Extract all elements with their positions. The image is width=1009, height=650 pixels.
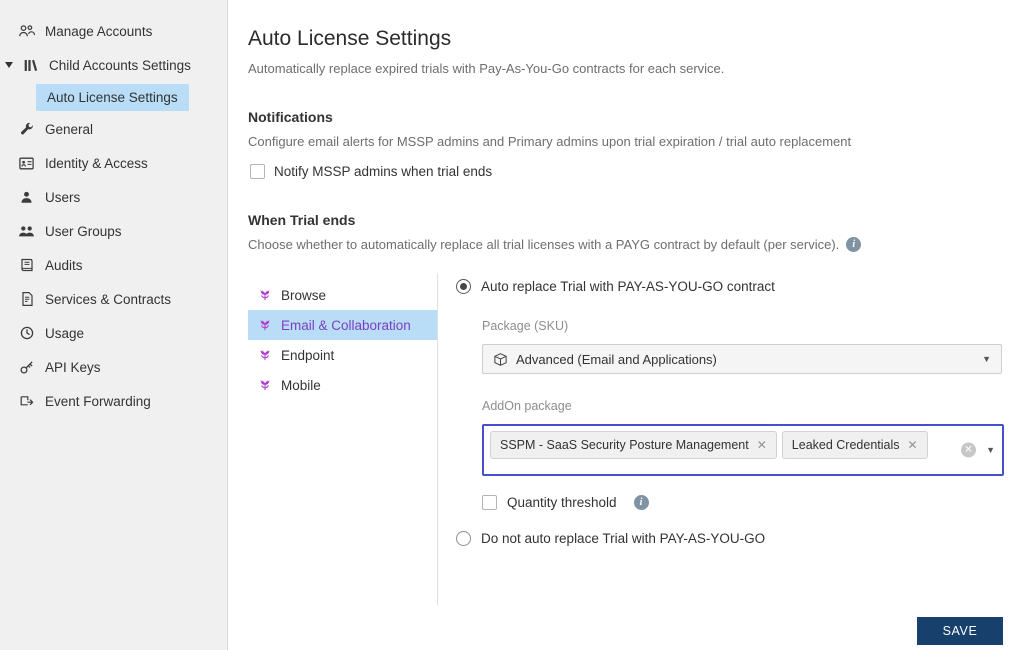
user-icon	[18, 189, 35, 206]
trial-body: Browse Email & Collaboration Endpoint Mo…	[248, 273, 1006, 605]
sidebar-item-label: Event Forwarding	[45, 393, 151, 409]
service-label: Email & Collaboration	[281, 317, 411, 333]
book-icon	[18, 257, 35, 274]
tulip-icon	[258, 288, 272, 302]
service-item-endpoint[interactable]: Endpoint	[248, 340, 437, 370]
sidebar-item-user-groups[interactable]: User Groups	[0, 214, 227, 248]
contract-icon	[18, 291, 35, 308]
addon-tag: SSPM - SaaS Security Posture Management …	[490, 431, 777, 459]
addon-tag-label: SSPM - SaaS Security Posture Management	[500, 438, 749, 452]
service-item-mobile[interactable]: Mobile	[248, 370, 437, 400]
sidebar-item-label: Usage	[45, 325, 85, 341]
addon-tag: Leaked Credentials ✕	[781, 431, 928, 459]
quantity-threshold-row[interactable]: Quantity threshold i	[482, 495, 1004, 510]
accounts-ledger-icon	[22, 57, 39, 74]
save-button[interactable]: SAVE	[917, 617, 1003, 645]
no-replace-radio[interactable]	[456, 531, 471, 546]
tulip-icon	[258, 348, 272, 362]
trial-options: Auto replace Trial with PAY-AS-YOU-GO co…	[437, 273, 1006, 605]
sidebar-item-label: Manage Accounts	[45, 23, 153, 39]
package-sku-label: Package (SKU)	[482, 319, 569, 333]
sidebar-item-label: Services & Contracts	[45, 291, 172, 307]
page-title: Auto License Settings	[248, 27, 452, 50]
auto-replace-options: Package (SKU) Advanced (Email and Applic…	[482, 319, 1004, 510]
service-list: Browse Email & Collaboration Endpoint Mo…	[248, 273, 437, 605]
addon-package-multiselect[interactable]: SSPM - SaaS Security Posture Management …	[482, 424, 1004, 476]
sidebar-item-api-keys[interactable]: API Keys	[0, 350, 227, 384]
main-content: Auto License Settings Automatically repl…	[228, 0, 1009, 650]
notify-mssp-checkbox-label: Notify MSSP admins when trial ends	[274, 164, 493, 179]
auto-replace-label: Auto replace Trial with PAY-AS-YOU-GO co…	[481, 279, 775, 294]
forward-icon	[18, 393, 35, 410]
chevron-down-icon[interactable]: ▼	[986, 445, 995, 455]
tulip-icon	[258, 318, 272, 332]
service-label: Browse	[281, 287, 327, 303]
sidebar-item-event-forwarding[interactable]: Event Forwarding	[0, 384, 227, 418]
no-replace-radio-row[interactable]: Do not auto replace Trial with PAY-AS-YO…	[456, 531, 1004, 546]
sidebar-item-identity-access[interactable]: Identity & Access	[0, 146, 227, 180]
notifications-description: Configure email alerts for MSSP admins a…	[248, 134, 852, 149]
auto-replace-radio[interactable]	[456, 279, 471, 294]
sidebar-item-label: Identity & Access	[45, 155, 148, 171]
sidebar-item-auto-license-settings[interactable]: Auto License Settings	[0, 82, 227, 112]
trial-heading: When Trial ends	[248, 212, 356, 228]
sidebar-item-usage[interactable]: Usage	[0, 316, 227, 350]
sidebar-item-label: Child Accounts Settings	[49, 57, 191, 73]
addon-tag-label: Leaked Credentials	[791, 438, 900, 452]
sidebar-item-label: Audits	[45, 257, 83, 273]
chevron-down-icon: ▼	[982, 354, 991, 364]
service-label: Endpoint	[281, 347, 335, 363]
id-card-icon	[18, 155, 35, 172]
wrench-icon	[18, 121, 35, 138]
sidebar-item-users[interactable]: Users	[0, 180, 227, 214]
service-label: Mobile	[281, 377, 321, 393]
quantity-threshold-label: Quantity threshold	[507, 495, 617, 510]
sidebar-item-services-contracts[interactable]: Services & Contracts	[0, 282, 227, 316]
addon-package-label: AddOn package	[482, 399, 572, 413]
info-icon[interactable]: i	[846, 237, 862, 252]
notify-mssp-checkbox[interactable]	[250, 164, 265, 179]
quantity-threshold-checkbox[interactable]	[482, 495, 497, 510]
clock-icon	[18, 325, 35, 342]
users-icon	[18, 223, 35, 240]
sidebar-item-manage-accounts[interactable]: Manage Accounts	[0, 14, 227, 48]
tulip-icon	[258, 378, 272, 392]
app-window: Manage Accounts Child Accounts Settings …	[0, 0, 1009, 650]
key-icon	[18, 359, 35, 376]
notify-mssp-checkbox-row[interactable]: Notify MSSP admins when trial ends	[250, 164, 1006, 179]
sidebar-item-label: Users	[45, 189, 81, 205]
remove-tag-icon[interactable]: ✕	[757, 439, 767, 451]
sidebar-item-label: User Groups	[45, 223, 122, 239]
package-sku-value: Advanced (Email and Applications)	[516, 351, 717, 367]
sidebar-item-audits[interactable]: Audits	[0, 248, 227, 282]
trial-description-row: Choose whether to automatically replace …	[248, 237, 1006, 252]
service-item-browse[interactable]: Browse	[248, 280, 437, 310]
clear-all-icon[interactable]: ✕	[961, 442, 976, 458]
package-cube-icon	[493, 352, 508, 367]
sidebar-item-child-accounts-settings[interactable]: Child Accounts Settings	[0, 48, 227, 82]
remove-tag-icon[interactable]: ✕	[908, 439, 918, 451]
trial-description: Choose whether to automatically replace …	[248, 237, 840, 252]
sidebar-item-general[interactable]: General	[0, 112, 227, 146]
info-icon[interactable]: i	[633, 495, 649, 510]
caret-down-icon	[5, 62, 13, 68]
page-subtitle: Automatically replace expired trials wit…	[248, 61, 725, 76]
people-group-icon	[18, 23, 35, 40]
sidebar-item-label: General	[45, 121, 94, 137]
sidebar: Manage Accounts Child Accounts Settings …	[0, 0, 228, 650]
sidebar-item-label-selected: Auto License Settings	[36, 83, 189, 111]
sidebar-item-label: API Keys	[45, 359, 101, 375]
no-replace-label: Do not auto replace Trial with PAY-AS-YO…	[481, 531, 766, 546]
notifications-heading: Notifications	[248, 109, 333, 125]
auto-replace-radio-row[interactable]: Auto replace Trial with PAY-AS-YOU-GO co…	[456, 279, 1004, 294]
package-sku-dropdown[interactable]: Advanced (Email and Applications) ▼	[482, 344, 1002, 374]
service-item-email-collaboration[interactable]: Email & Collaboration	[248, 310, 437, 340]
